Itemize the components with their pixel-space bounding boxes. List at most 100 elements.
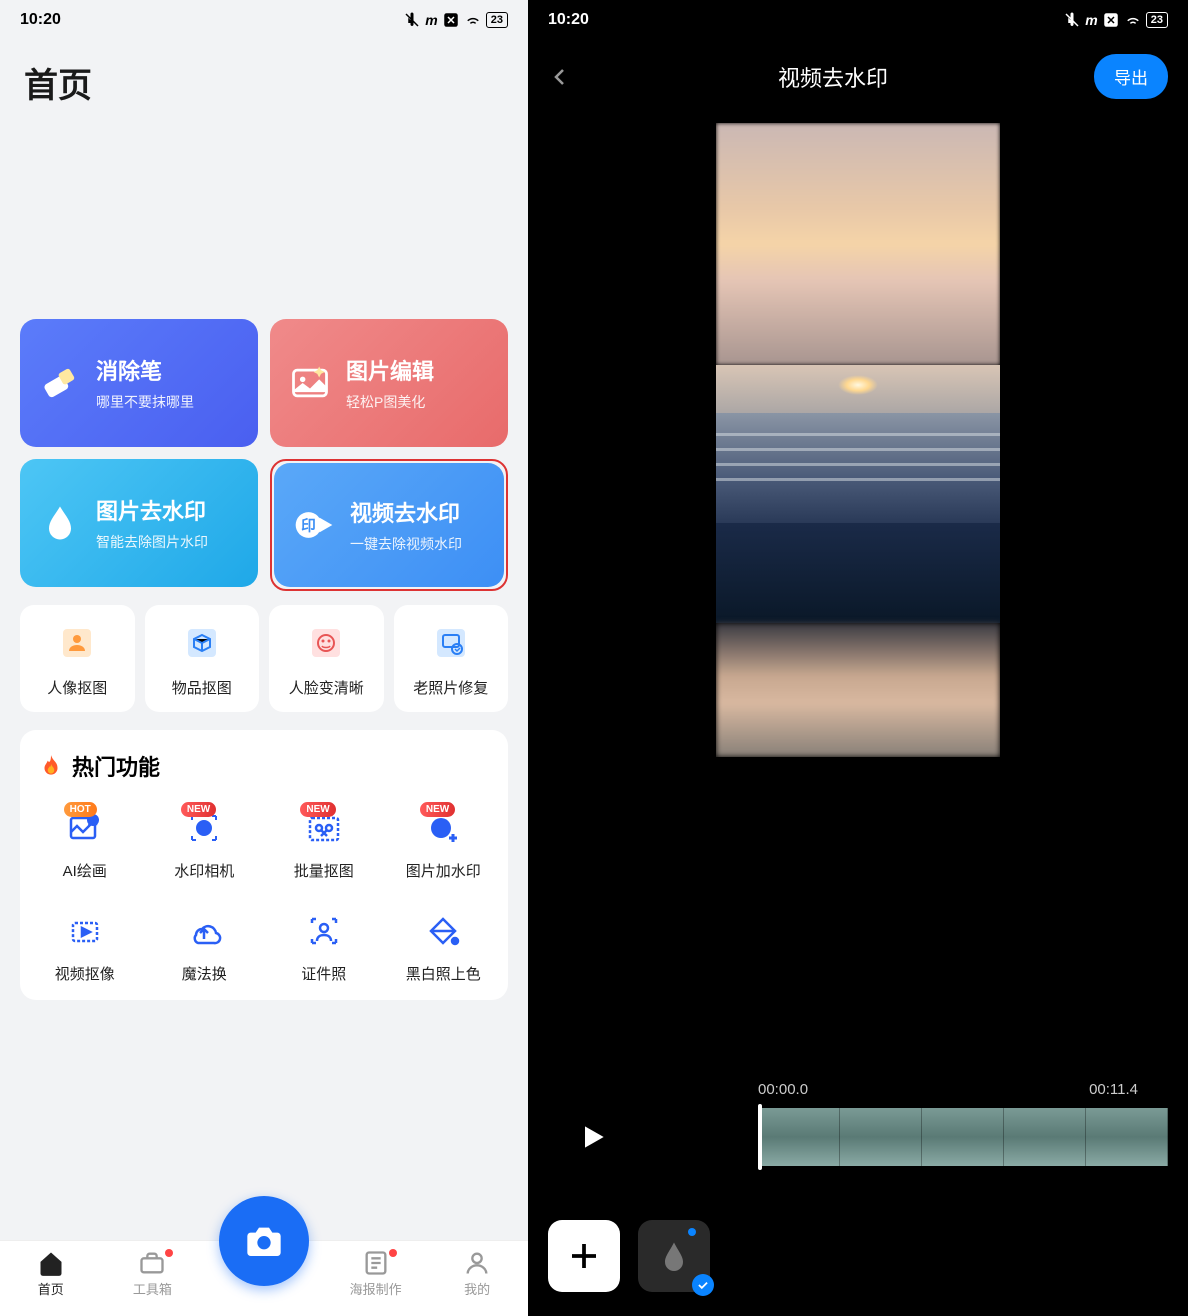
portrait-cutout-tool[interactable]: 人像抠图 bbox=[20, 605, 135, 712]
new-badge: NEW bbox=[420, 802, 455, 817]
wifi-icon bbox=[464, 11, 482, 29]
video-cutout-item[interactable]: 视频抠像 bbox=[28, 903, 142, 1000]
edit-title: 图片编辑 bbox=[346, 354, 434, 386]
hot-label: 视频抠像 bbox=[55, 963, 115, 984]
home-icon bbox=[37, 1249, 65, 1277]
svg-text:印: 印 bbox=[200, 823, 209, 834]
status-time: 10:20 bbox=[548, 11, 589, 29]
playhead[interactable] bbox=[758, 1104, 762, 1170]
hot-badge: HOT bbox=[64, 802, 97, 817]
poster-icon bbox=[362, 1249, 390, 1277]
nav-label: 工具箱 bbox=[133, 1279, 172, 1298]
tool-indicator-dot bbox=[688, 1228, 696, 1236]
nav-home[interactable]: 首页 bbox=[16, 1249, 86, 1298]
colorize-item[interactable]: 黑白照上色 bbox=[387, 903, 501, 1000]
nav-mine[interactable]: 我的 bbox=[442, 1249, 512, 1298]
vid-wm-title: 视频去水印 bbox=[350, 496, 462, 528]
status-bar: 10:20 m 23 bbox=[528, 0, 1188, 40]
image-watermark-card[interactable]: 图片去水印 智能去除图片水印 bbox=[20, 459, 258, 587]
batch-cutout-item[interactable]: NEW 批量抠图 bbox=[267, 800, 381, 897]
close-square-icon bbox=[442, 11, 460, 29]
close-square-icon bbox=[1102, 11, 1120, 29]
time-end: 00:11.4 bbox=[1089, 1081, 1138, 1098]
hot-label: AI绘画 bbox=[63, 860, 107, 881]
nav-poster[interactable]: 海报制作 bbox=[341, 1249, 411, 1298]
eraser-icon bbox=[38, 361, 82, 405]
plus-icon bbox=[566, 1238, 602, 1274]
nav-label: 我的 bbox=[464, 1279, 490, 1298]
editor-title: 视频去水印 bbox=[572, 61, 1094, 93]
notification-dot bbox=[389, 1249, 397, 1257]
video-watermark-highlight: 印 视频去水印 一键去除视频水印 bbox=[270, 459, 508, 591]
nav-toolbox[interactable]: 工具箱 bbox=[117, 1249, 187, 1298]
battery-icon: 23 bbox=[486, 12, 508, 28]
cloud-swap-icon bbox=[184, 911, 224, 951]
face-enhance-tool[interactable]: 人脸变清晰 bbox=[269, 605, 384, 712]
drop-icon bbox=[656, 1238, 692, 1274]
hot-label: 水印相机 bbox=[174, 860, 234, 881]
eraser-card[interactable]: 消除笔 哪里不要抹哪里 bbox=[20, 319, 258, 447]
tool-label: 人脸变清晰 bbox=[289, 677, 364, 698]
play-button[interactable] bbox=[568, 1112, 618, 1162]
hot-title: 热门功能 bbox=[72, 750, 160, 782]
tool-label: 人像抠图 bbox=[47, 677, 107, 698]
hot-label: 魔法换 bbox=[182, 963, 227, 984]
img-wm-sub: 智能去除图片水印 bbox=[96, 532, 208, 552]
new-badge: NEW bbox=[181, 802, 216, 817]
tool-label: 物品抠图 bbox=[172, 677, 232, 698]
portrait-icon bbox=[57, 623, 97, 663]
watermark-camera-item[interactable]: 印 NEW 水印相机 bbox=[148, 800, 262, 897]
play-icon bbox=[577, 1121, 609, 1153]
time-start: 00:00.0 bbox=[758, 1081, 808, 1098]
video-watermark-card[interactable]: 印 视频去水印 一键去除视频水印 bbox=[274, 463, 504, 587]
video-stamp-icon: 印 bbox=[292, 503, 336, 547]
hot-label: 黑白照上色 bbox=[406, 963, 481, 984]
svg-text:印: 印 bbox=[301, 517, 316, 535]
check-icon bbox=[696, 1278, 710, 1292]
new-badge: NEW bbox=[300, 802, 335, 817]
svg-text:AI: AI bbox=[89, 819, 96, 826]
video-preview[interactable] bbox=[716, 123, 1000, 757]
mute-icon bbox=[1063, 11, 1081, 29]
colorize-icon bbox=[423, 911, 463, 951]
camera-fab[interactable] bbox=[219, 1196, 309, 1286]
face-icon bbox=[306, 623, 346, 663]
cube-icon bbox=[182, 623, 222, 663]
vid-wm-sub: 一键去除视频水印 bbox=[350, 534, 462, 554]
drop-icon bbox=[38, 501, 82, 545]
page-title: 首页 bbox=[0, 40, 528, 119]
object-cutout-tool[interactable]: 物品抠图 bbox=[145, 605, 260, 712]
add-region-button[interactable] bbox=[548, 1220, 620, 1292]
watermark-tool-button[interactable] bbox=[638, 1220, 710, 1292]
tool-active-check bbox=[692, 1274, 714, 1296]
id-photo-icon bbox=[304, 911, 344, 951]
export-button[interactable]: 导出 bbox=[1094, 54, 1168, 99]
nav-label: 海报制作 bbox=[350, 1279, 402, 1298]
image-edit-card[interactable]: 图片编辑 轻松P图美化 bbox=[270, 319, 508, 447]
notification-dot bbox=[165, 1249, 173, 1257]
restore-icon bbox=[431, 623, 471, 663]
tool-label: 老照片修复 bbox=[413, 677, 488, 698]
video-cutout-icon bbox=[65, 911, 105, 951]
battery-icon: 23 bbox=[1146, 12, 1168, 28]
timeline-strip[interactable] bbox=[758, 1108, 1168, 1166]
status-icons: m 23 bbox=[403, 11, 508, 29]
timeline: 00:00.0 00:11.4 bbox=[528, 1081, 1188, 1166]
camera-icon bbox=[244, 1221, 284, 1261]
add-watermark-item[interactable]: 印 NEW 图片加水印 bbox=[387, 800, 501, 897]
nav-label: 首页 bbox=[38, 1279, 64, 1298]
magic-swap-item[interactable]: 魔法换 bbox=[148, 903, 262, 1000]
eraser-title: 消除笔 bbox=[96, 354, 194, 386]
wifi-icon bbox=[1124, 11, 1142, 29]
ai-paint-item[interactable]: AI HOT AI绘画 bbox=[28, 800, 142, 897]
toolbox-icon bbox=[138, 1249, 166, 1277]
hot-label: 图片加水印 bbox=[406, 860, 481, 881]
hot-section: 热门功能 AI HOT AI绘画 印 NEW 水印相机 NEW 批量抠图 印 NEW … bbox=[20, 730, 508, 1000]
eraser-sub: 哪里不要抹哪里 bbox=[96, 392, 194, 412]
image-icon bbox=[288, 361, 332, 405]
id-photo-item[interactable]: 证件照 bbox=[267, 903, 381, 1000]
edit-sub: 轻松P图美化 bbox=[346, 392, 434, 412]
svg-text:印: 印 bbox=[436, 823, 447, 836]
photo-restore-tool[interactable]: 老照片修复 bbox=[394, 605, 509, 712]
back-button[interactable] bbox=[548, 65, 572, 89]
